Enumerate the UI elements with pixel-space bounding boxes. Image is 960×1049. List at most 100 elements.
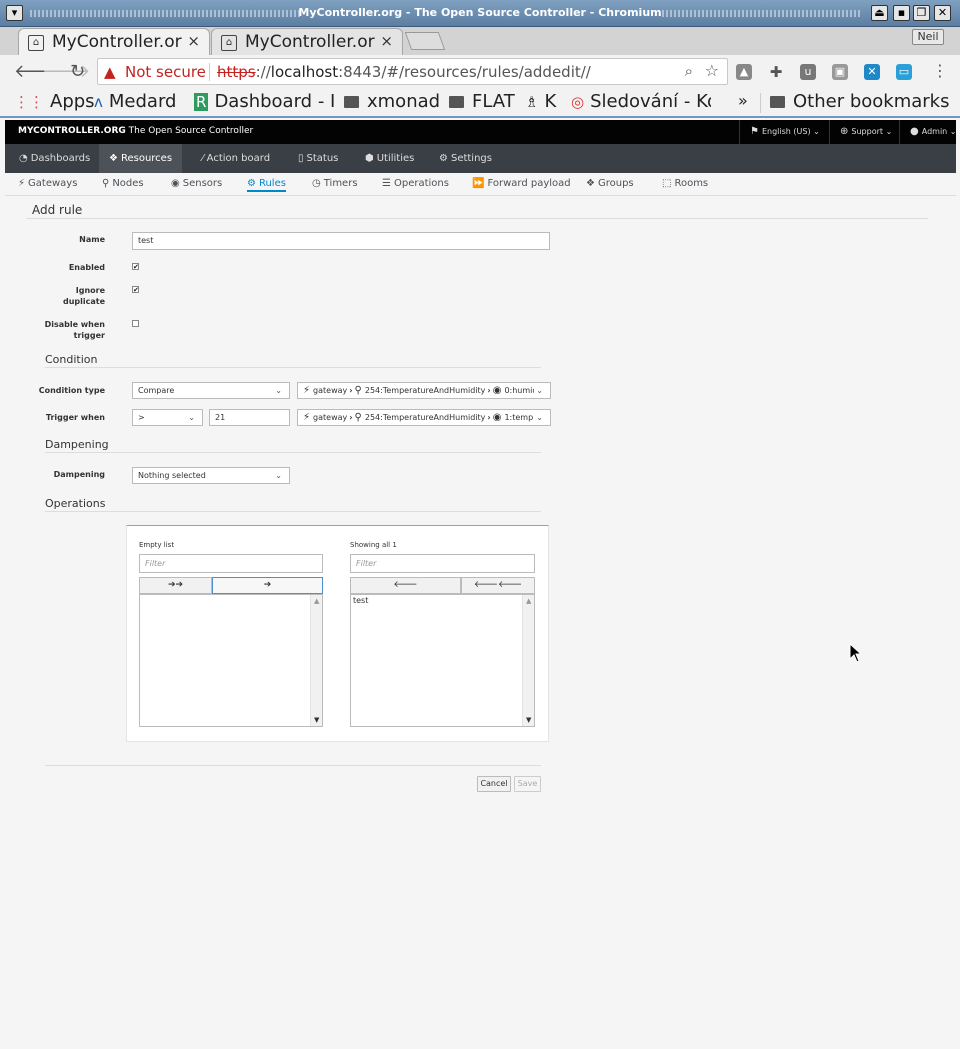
gear-icon: ⚙ — [439, 153, 448, 164]
nav-settings[interactable]: ⚙ Settings — [429, 144, 502, 173]
more-bookmarks-button[interactable]: » — [738, 91, 748, 110]
browser-tab-active[interactable]: ⌂ MyController.or × — [18, 28, 210, 56]
window-shade-button[interactable]: ⏏ — [871, 5, 888, 21]
list-item[interactable]: test — [353, 596, 368, 605]
left-list-title: Empty list — [139, 541, 175, 549]
bookmark-sledovani[interactable]: ◎ Sledování - Ko — [571, 91, 711, 112]
dampening-select[interactable]: Nothing selected ⌄ — [132, 467, 290, 484]
profile-button[interactable]: Neil — [912, 29, 944, 45]
zoom-icon[interactable]: ⌕ — [685, 62, 693, 80]
subnav-rooms[interactable]: ⬚ Rooms — [662, 178, 708, 189]
bookmark-dashboard[interactable]: R Dashboard - I — [194, 91, 334, 112]
tab-label: MyController.or — [245, 32, 375, 52]
plug-icon: ⚡ — [18, 178, 26, 189]
scroll-down-icon[interactable]: ▼ — [314, 716, 319, 724]
home-icon: ⌂ — [28, 35, 44, 51]
nav-dashboards[interactable]: ◔ Dashboards — [9, 144, 100, 173]
scroll-down-icon[interactable]: ▼ — [526, 716, 531, 724]
enabled-checkbox[interactable]: ✔ — [132, 263, 139, 271]
bookmarks-separator — [760, 93, 763, 113]
footer-divider — [45, 765, 541, 766]
language-dropdown[interactable]: ⚑ English (US) ⌄ — [739, 120, 823, 144]
nav-utilities[interactable]: ⬢ Utilities — [355, 144, 424, 173]
user-dropdown[interactable]: ● Admin ⌄ — [899, 120, 956, 144]
extension-icon[interactable]: ▣ — [832, 64, 848, 80]
scrollbar[interactable]: ▲ ▼ — [310, 595, 322, 726]
name-label: Name — [79, 235, 105, 244]
support-dropdown[interactable]: ⊕ Support ⌄ — [829, 120, 899, 144]
condition-resource-select[interactable]: ⚡ gateway › ⚲ 254:TemperatureAndHumidity › ◉ 0:… — [297, 382, 551, 399]
bookmark-apps[interactable]: ⋮⋮ Apps — [14, 91, 95, 112]
bookmark-k[interactable]: ♗ K — [525, 91, 556, 112]
disable-when-trigger-checkbox[interactable] — [132, 320, 139, 327]
subnav-forward-payload[interactable]: ⏩ Forward payload — [472, 178, 571, 189]
address-bar[interactable]: ▲ Not secure https://localhost:8443/#/re… — [97, 58, 728, 85]
bookmark-flat[interactable]: FLAT — [449, 91, 515, 112]
eye-icon: ◉ — [492, 412, 502, 423]
subnav-rules[interactable]: ⚙ Rules — [247, 178, 286, 192]
trigger-value-input[interactable]: 21 — [209, 409, 290, 426]
ignore-duplicate-checkbox[interactable]: ✔ — [132, 286, 139, 294]
disable-when-trigger-label: Disable when trigger — [25, 319, 105, 341]
cube-icon: ⬢ — [365, 153, 374, 164]
move-all-right-button[interactable]: ➔➔ — [139, 577, 212, 594]
window-maximize-button[interactable]: ❐ — [913, 5, 930, 21]
subnav-label: Rooms — [674, 178, 709, 189]
scrollbar[interactable]: ▲ ▼ — [522, 595, 534, 726]
extension-icon[interactable]: ▭ — [896, 64, 912, 80]
home-icon: ⌂ — [221, 35, 237, 51]
bookmark-star-icon[interactable]: ☆ — [705, 61, 719, 80]
trigger-operator-select[interactable]: > ⌄ — [132, 409, 203, 426]
subnav-operations[interactable]: ☰ Operations — [382, 178, 449, 189]
scroll-up-icon[interactable]: ▲ — [526, 597, 531, 605]
move-all-left-button[interactable]: 🡐🡐 — [461, 577, 535, 594]
left-filter-input[interactable]: Filter — [139, 554, 323, 573]
window-close-button[interactable]: ✕ — [934, 5, 951, 21]
move-left-button[interactable]: 🡐 — [350, 577, 461, 594]
move-right-button[interactable]: ➔ — [212, 577, 323, 594]
browser-tab[interactable]: ⌂ MyController.or × — [211, 28, 403, 56]
trigger-when-label: Trigger when — [45, 413, 105, 422]
other-bookmarks[interactable]: Other bookmarks — [770, 91, 949, 112]
extension-icon[interactable]: ▲ — [736, 64, 752, 80]
subnav-groups[interactable]: ❖ Groups — [586, 178, 634, 189]
condition-type-select[interactable]: Compare ⌄ — [132, 382, 290, 399]
bookmarks-bar: ⋮⋮ Apps ʌ Medard R Dashboard - I xmonad FLA… — [0, 89, 960, 118]
page-title: Add rule — [32, 203, 83, 217]
bookmark-label: Dashboard - I — [214, 91, 334, 112]
bookmark-label: K — [544, 91, 557, 112]
subnav-timers[interactable]: ◷ Timers — [312, 178, 358, 189]
subnav-gateways[interactable]: ⚡ Gateways — [18, 178, 77, 189]
nav-resources[interactable]: ❖ Resources — [99, 144, 183, 173]
menu-icon[interactable]: ⋮ — [932, 61, 948, 80]
available-operations-list[interactable]: ▲ ▼ — [139, 594, 323, 727]
bookmark-label: Medard — [108, 91, 177, 112]
close-tab-icon[interactable]: × — [187, 32, 200, 50]
nav-action-board[interactable]: ⁄ Action board — [192, 144, 280, 173]
nav-status[interactable]: ▯ Status — [288, 144, 348, 173]
bookmark-xmonad[interactable]: xmonad — [344, 91, 440, 112]
right-filter-input[interactable]: Filter — [350, 554, 535, 573]
title-bar-grip-right — [662, 10, 862, 17]
bookmark-medard[interactable]: ʌ Medard — [94, 91, 176, 112]
new-tab-button[interactable] — [404, 32, 446, 50]
selected-operations-list[interactable]: test ▲ ▼ — [350, 594, 535, 727]
subnav-nodes[interactable]: ⚲ Nodes — [102, 178, 144, 189]
dampening-label: Dampening — [53, 470, 105, 479]
select-value: Compare — [138, 386, 175, 395]
chevron-right-icon: › — [349, 413, 353, 422]
subnav-sensors[interactable]: ◉ Sensors — [171, 178, 222, 189]
save-button[interactable]: Save — [514, 776, 541, 792]
scroll-up-icon[interactable]: ▲ — [314, 597, 319, 605]
name-input[interactable]: test — [132, 232, 550, 250]
extension-icon[interactable]: ✕ — [864, 64, 880, 80]
window-minimize-button[interactable]: ▪ — [893, 5, 910, 21]
close-tab-icon[interactable]: × — [380, 32, 393, 50]
cancel-button[interactable]: Cancel — [477, 776, 511, 792]
puzzle-icon[interactable]: ✚ — [768, 64, 784, 80]
bookmark-label: xmonad — [367, 91, 441, 112]
ublock-icon[interactable]: u — [800, 64, 816, 80]
trigger-resource-select[interactable]: ⚡ gateway › ⚲ 254:TemperatureAndHumidity › ◉ 1:… — [297, 409, 551, 426]
reload-icon[interactable]: ↻ — [70, 61, 85, 82]
url-path: :8443/#/resources/rules/addedit// — [338, 63, 591, 81]
